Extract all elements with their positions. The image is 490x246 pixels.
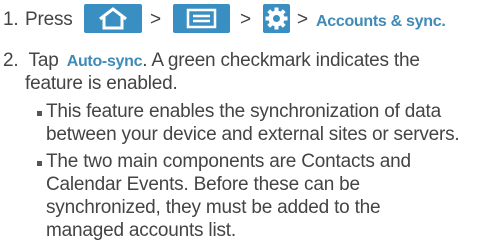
- press-label: Press: [25, 9, 73, 30]
- bullet-line: synchronized, they must be added to the: [46, 197, 381, 218]
- home-icon: [84, 4, 142, 33]
- tap-label: Tap: [28, 50, 59, 71]
- settings-icon: [263, 4, 290, 33]
- auto-sync-label: Auto-sync: [66, 53, 143, 70]
- step-number: 2.: [3, 50, 19, 71]
- bullet-marker: [37, 161, 42, 166]
- separator: >: [297, 9, 308, 30]
- bullet-item: The two main components are Contacts and…: [0, 150, 490, 244]
- step-2-line-2: feature is enabled.: [25, 73, 178, 94]
- accounts-sync-label: Accounts & sync.: [316, 13, 446, 30]
- bullet-line: between your device and external sites o…: [46, 124, 460, 145]
- bullet-line: The two main components are Contacts and: [46, 151, 411, 172]
- bullet-marker: [37, 111, 42, 116]
- bullet-line: managed accounts list.: [46, 220, 236, 241]
- step-1: 1. Press > > > Accounts & sync.: [0, 4, 490, 36]
- bullet-line: This feature enables the synchronization…: [46, 101, 441, 122]
- step-2: 2. Tap Auto-sync. A green checkmark indi…: [0, 44, 490, 244]
- menu-icon: [173, 4, 230, 33]
- step-number: 1.: [3, 9, 19, 30]
- bullet-line: Calendar Events. Before these can be: [46, 174, 360, 195]
- separator: >: [150, 9, 161, 30]
- step-2-line-1-rest: . A green checkmark indicates the: [142, 50, 420, 71]
- separator: >: [240, 9, 251, 30]
- step-2-line-1: 2. Tap Auto-sync. A green checkmark indi…: [3, 49, 420, 73]
- bullet-item: This feature enables the synchronization…: [0, 100, 490, 150]
